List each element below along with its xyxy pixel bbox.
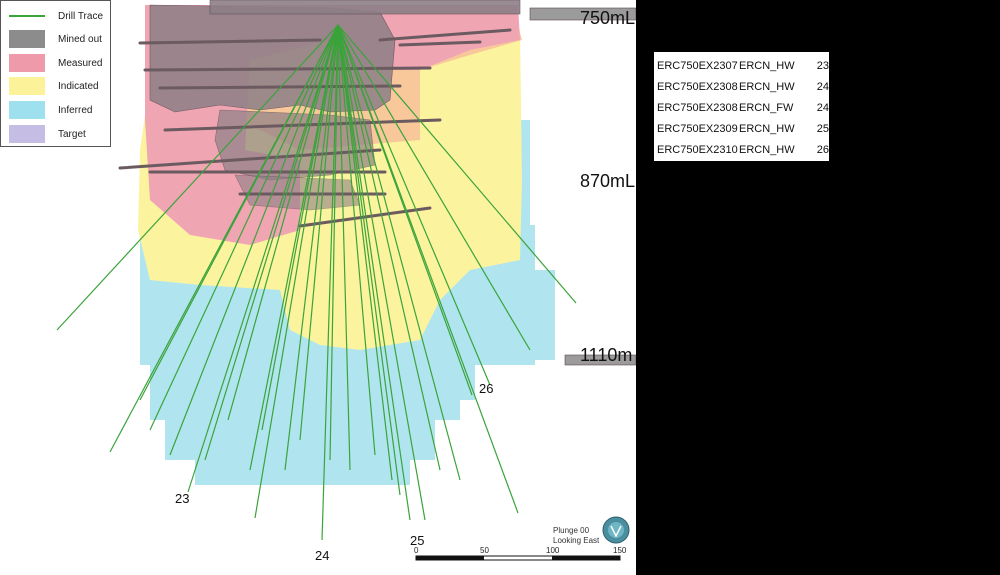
hole-number: 25: [816, 122, 829, 135]
hole-id: ERC750EX2310: [657, 143, 738, 156]
scale-tick-0: 0: [414, 546, 419, 555]
zone-name: ERCN_HW: [739, 59, 795, 72]
inferred-swatch: [9, 101, 45, 119]
legend-item-mined-out: Mined out: [1, 28, 111, 50]
looking-text: Looking East: [553, 536, 600, 545]
mined-out-swatch: [9, 30, 45, 48]
hole-label-26: 26: [479, 381, 494, 396]
scale-tick-50: 50: [480, 546, 489, 555]
hole-id: ERC750EX2307: [657, 59, 738, 72]
table-row: ERC750EX2308 ERCN_HW 24: [654, 76, 829, 97]
indicated-swatch: [9, 77, 45, 95]
legend: Drill Trace Mined out Measured Indicated…: [0, 0, 111, 147]
zone-name: ERCN_FW: [739, 101, 794, 114]
measured-swatch: [9, 54, 45, 72]
hole-id: ERC750EX2308: [657, 80, 738, 93]
hole-label-23: 23: [175, 491, 190, 506]
zone-name: ERCN_HW: [739, 122, 795, 135]
drill-trace-line-icon: [9, 15, 45, 17]
scale-tick-100: 100: [546, 546, 560, 555]
legend-item-indicated: Indicated: [1, 75, 111, 97]
target-swatch: [9, 125, 45, 143]
level-label-750: 750mL: [580, 8, 636, 28]
drillhole-table: ERC750EX2307 ERCN_HW 23 ERC750EX2308 ERC…: [654, 52, 829, 161]
hole-id: ERC750EX2309: [657, 122, 738, 135]
table-row: ERC750EX2308 ERCN_FW 24: [654, 97, 829, 118]
hole-number: 23: [816, 59, 829, 72]
scale-bar: [415, 555, 621, 561]
hole-number: 24: [816, 101, 829, 114]
table-row: ERC750EX2307 ERCN_HW 23: [654, 55, 829, 76]
orientation-compass-icon: [602, 516, 630, 544]
long-section-panel: Drill Trace Mined out Measured Indicated…: [0, 0, 636, 575]
table-row: ERC750EX2309 ERCN_HW 25: [654, 118, 829, 139]
hole-id: ERC750EX2308: [657, 101, 738, 114]
legend-item-inferred: Inferred: [1, 99, 111, 121]
legend-item-measured: Measured: [1, 52, 111, 74]
level-label-1110: 1110m: [580, 345, 633, 365]
hole-number: 24: [816, 80, 829, 93]
orientation-text: Plunge 00 Looking East: [553, 526, 599, 546]
plunge-text: Plunge 00: [553, 526, 590, 535]
zone-name: ERCN_HW: [739, 80, 795, 93]
legend-item-drill-trace: Drill Trace: [1, 5, 111, 27]
table-row: ERC750EX2310 ERCN_HW 26: [654, 139, 829, 160]
zone-name: ERCN_HW: [739, 143, 795, 156]
hole-number: 26: [816, 143, 829, 156]
hole-label-24: 24: [315, 548, 330, 563]
level-label-870: 870mL: [580, 171, 636, 191]
legend-item-target: Target: [1, 123, 111, 145]
scale-tick-150: 150: [613, 546, 627, 555]
